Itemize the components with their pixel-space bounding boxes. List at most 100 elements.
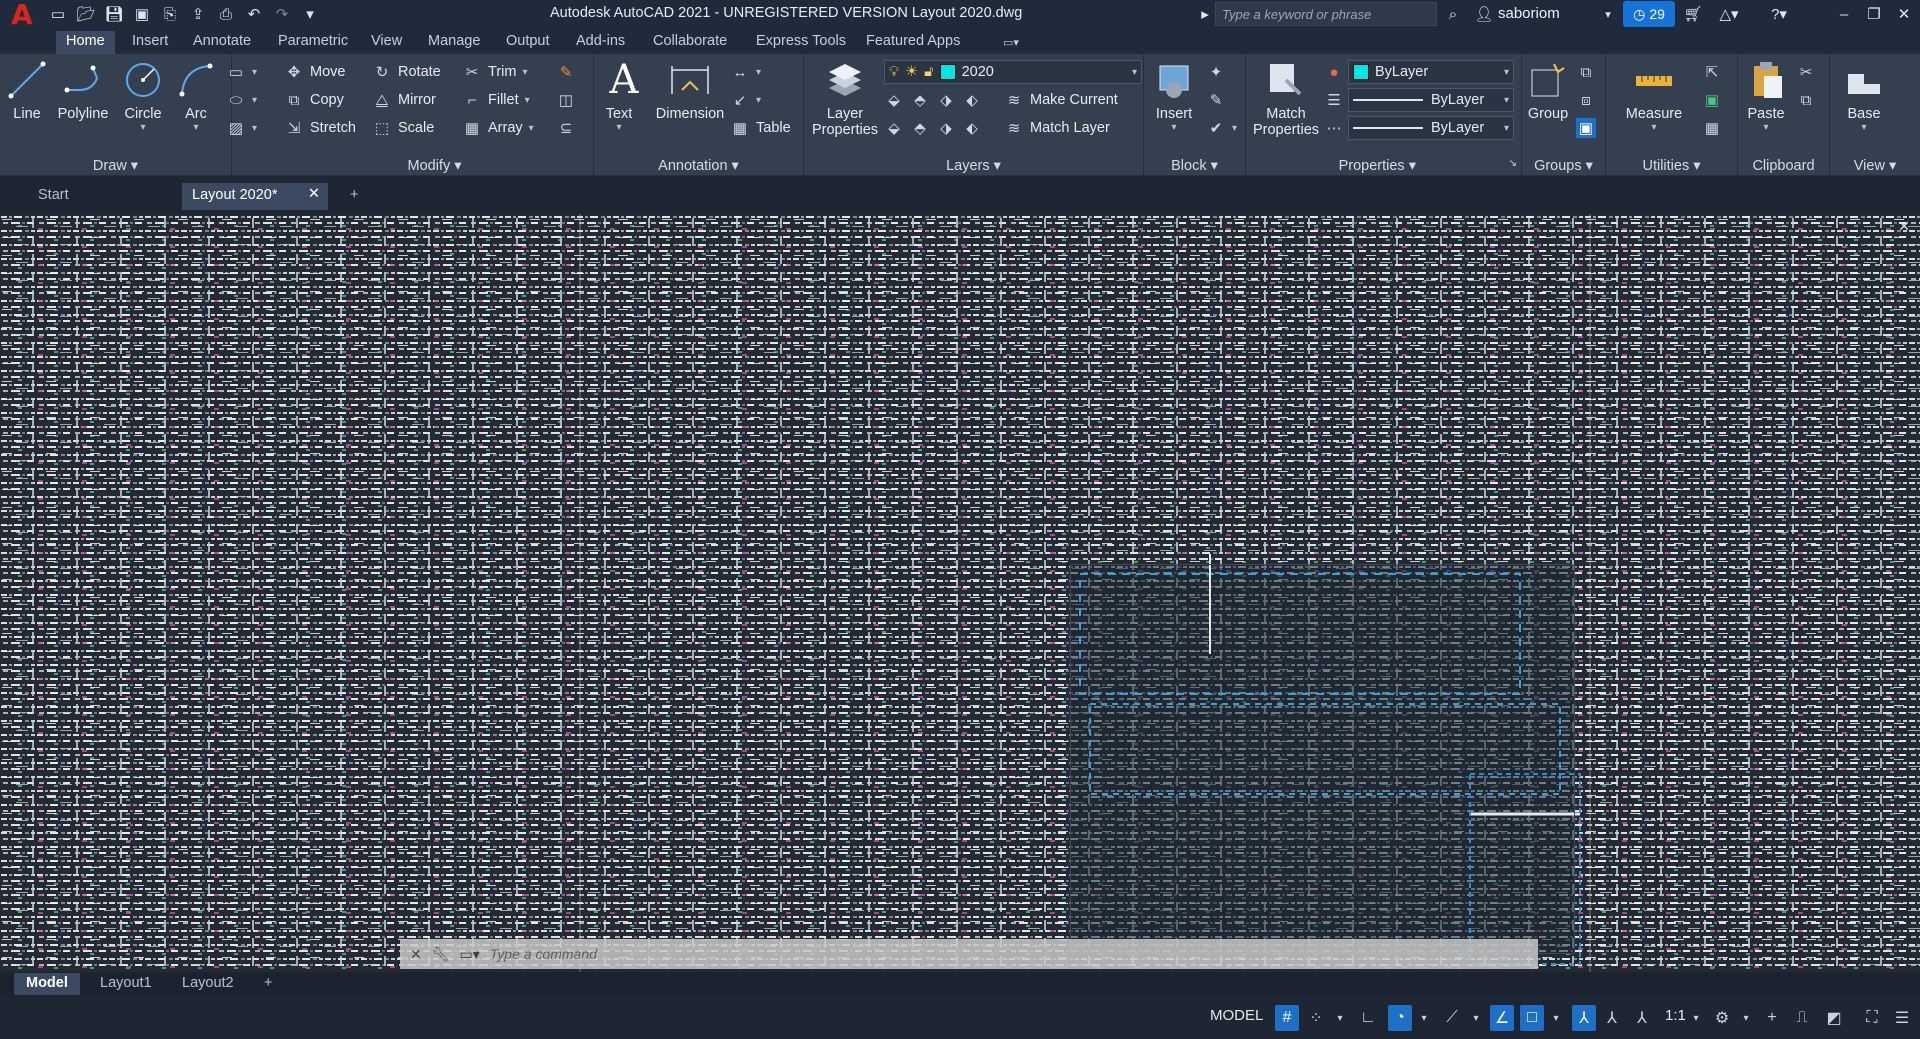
edit-block-icon[interactable]: ✎ [1206,88,1226,112]
color-dropdown[interactable]: ByLayer ▾ [1348,60,1514,84]
block-panel-title[interactable]: Block ▾ [1144,158,1245,174]
object-snap-dropdown-icon[interactable]: ▾ [1544,1005,1568,1031]
match-layer-button[interactable]: ≋ Match Layer [1004,116,1110,140]
layer-properties-button[interactable]: Layer Properties [810,58,880,138]
tab-layout-2020[interactable]: Layout 2020* ✕ [182,183,328,210]
array-button[interactable]: ▦ Array ▾ [462,116,534,140]
user-menu-chevron-down-icon[interactable]: ▾ [1600,0,1616,28]
tab-home[interactable]: Home [56,31,115,54]
minimize-icon[interactable]: ‒ [1830,0,1858,28]
snap-icon[interactable]: ⁘ [1304,1005,1328,1031]
canvas-close-icon[interactable]: ✕ [1898,218,1910,235]
arc-button[interactable]: Arc ▾ [172,58,220,133]
view-panel-title[interactable]: View ▾ [1830,158,1920,174]
base-view-button[interactable]: Base ▾ [1840,58,1888,133]
customization-menu-icon[interactable]: ☰ [1890,1005,1914,1031]
search-icon[interactable]: ⌕ [1440,0,1466,28]
isodraft-dropdown-icon[interactable]: ▾ [1464,1005,1488,1031]
user-icon[interactable]: 👤︎ [1472,0,1496,28]
calculator-icon[interactable]: ▦ [1702,116,1722,140]
group-button[interactable]: Group [1526,58,1570,122]
group-selection-icon[interactable]: ▣ [1576,116,1596,140]
snap-dropdown-icon[interactable]: ▾ [1328,1005,1352,1031]
restore-icon[interactable]: ❐ [1860,0,1888,28]
erase-button[interactable]: ✎ [556,60,576,84]
annotation-panel-title[interactable]: Annotation ▾ [594,158,803,174]
tab-layout2[interactable]: Layout2 [170,973,246,995]
draw-panel-title[interactable]: Draw ▾ [0,158,231,174]
save-as-icon[interactable]: ▣ [128,0,156,28]
help-icon[interactable]: ?▾ [1762,0,1796,28]
copy-button[interactable]: ⧉ Copy [284,88,344,112]
text-button[interactable]: A Text ▾ [602,57,639,133]
scale-button[interactable]: ⬚ Scale [372,116,434,140]
workspace-gear-icon[interactable]: ⚙ [1710,1005,1734,1031]
modify-panel-title[interactable]: Modify ▾ [276,158,593,174]
object-snap-icon[interactable]: □ [1520,1005,1544,1031]
ungroup-icon[interactable]: ⧉ [1576,60,1596,84]
copy-clip-icon[interactable]: ⧉ [1796,88,1816,112]
isodraft-icon[interactable]: ⟋ [1440,1005,1464,1031]
annotation-monitor-icon[interactable]: + [1760,1005,1784,1031]
layer-lock-icon[interactable]: ⬖ [962,90,982,110]
color-wheel-icon[interactable]: ● [1324,60,1344,84]
search-expand-icon[interactable]: ▸ [1198,0,1212,28]
tab-express-tools[interactable]: Express Tools [746,31,856,54]
autodesk-app-icon[interactable]: △▾ [1712,0,1746,28]
quick-select-icon[interactable]: ⇱ [1702,60,1722,84]
fillet-button[interactable]: ⌐ Fillet ▾ [462,88,530,112]
lineweight-dropdown[interactable]: ByLayer ▾ [1348,116,1514,140]
linetype-dropdown[interactable]: ByLayer ▾ [1348,88,1514,112]
ortho-icon[interactable]: ∟ [1356,1005,1380,1031]
polyline-button[interactable]: Polyline [52,58,114,122]
undo-icon[interactable]: ↶ [240,0,268,28]
layer-on-icon[interactable]: ⬙ [884,118,904,138]
match-properties-button[interactable]: Match Properties [1250,58,1322,138]
create-block-icon[interactable]: ✦ [1206,60,1226,84]
utilities-panel-title[interactable]: Utilities ▾ [1606,158,1737,174]
fullscreen-icon[interactable]: ⛶ [1860,1005,1884,1031]
new-tab-icon[interactable]: + [340,183,368,210]
grid-icon[interactable]: # [1275,1005,1299,1031]
dimension-button[interactable]: Dimension [650,58,730,122]
workspace-dropdown-icon[interactable]: ▾ [1734,1005,1758,1031]
tab-layout1[interactable]: Layout1 [88,973,164,995]
add-layout-icon[interactable]: + [252,973,284,995]
lineweight-icon[interactable]: ☰ [1324,88,1344,112]
line-button[interactable]: Line [4,58,50,122]
polar-icon[interactable]: ◔ [1388,1005,1412,1031]
drawing-canvas[interactable]: ✕ ✕ 🔧︎ ▭▾ Type a command [0,214,1920,976]
move-button[interactable]: ✥ Move [284,60,346,84]
print-icon[interactable]: ⎙ [212,0,240,28]
new-file-icon[interactable]: ▭ [44,0,72,28]
leader-button[interactable]: ↙ ▾ [730,88,761,112]
tab-output[interactable]: Output [496,31,560,54]
layers-panel-title[interactable]: Layers ▾ [804,158,1143,174]
command-history-icon[interactable]: ▭▾ [460,946,480,963]
layer-thaw-icon[interactable]: ⬗ [936,118,956,138]
object-snap-tracking-icon[interactable]: ∠ [1490,1005,1514,1031]
tab-annotate[interactable]: Annotate [183,31,261,54]
rotate-button[interactable]: ↻ Rotate [372,60,441,84]
select-all-icon[interactable]: ▣ [1702,88,1722,112]
groups-panel-title[interactable]: Groups ▾ [1522,158,1605,174]
command-input[interactable]: Type a command [490,946,597,962]
trim-button[interactable]: ✂ Trim ▾ [462,60,528,84]
circle-dropdown-icon[interactable]: ▾ [116,122,170,133]
isolate-objects-icon[interactable]: ◩ [1822,1005,1846,1031]
clipboard-panel-title[interactable]: Clipboard [1738,158,1829,174]
tab-insert[interactable]: Insert [122,31,178,54]
layer-unlock-icon[interactable]: ⬖ [962,118,982,138]
layer-unisolate-icon[interactable]: ⬘ [910,118,930,138]
save-web-icon[interactable]: ⇪ [184,0,212,28]
user-name[interactable]: saboriom [1498,5,1560,22]
units-icon[interactable]: ⎍ [1790,1005,1814,1031]
annotation-visibility-icon[interactable]: ⅄ [1572,1005,1596,1031]
command-line[interactable]: ✕ 🔧︎ ▭▾ Type a command [400,939,1538,969]
tab-manage[interactable]: Manage [418,31,490,54]
circle-button[interactable]: Circle ▾ [116,58,170,133]
paste-button[interactable]: Paste ▾ [1742,58,1790,133]
layer-isolate-icon[interactable]: ⬘ [910,90,930,110]
layer-freeze-icon[interactable]: ⬗ [936,90,956,110]
group-edit-icon[interactable]: ⧈ [1576,88,1596,112]
